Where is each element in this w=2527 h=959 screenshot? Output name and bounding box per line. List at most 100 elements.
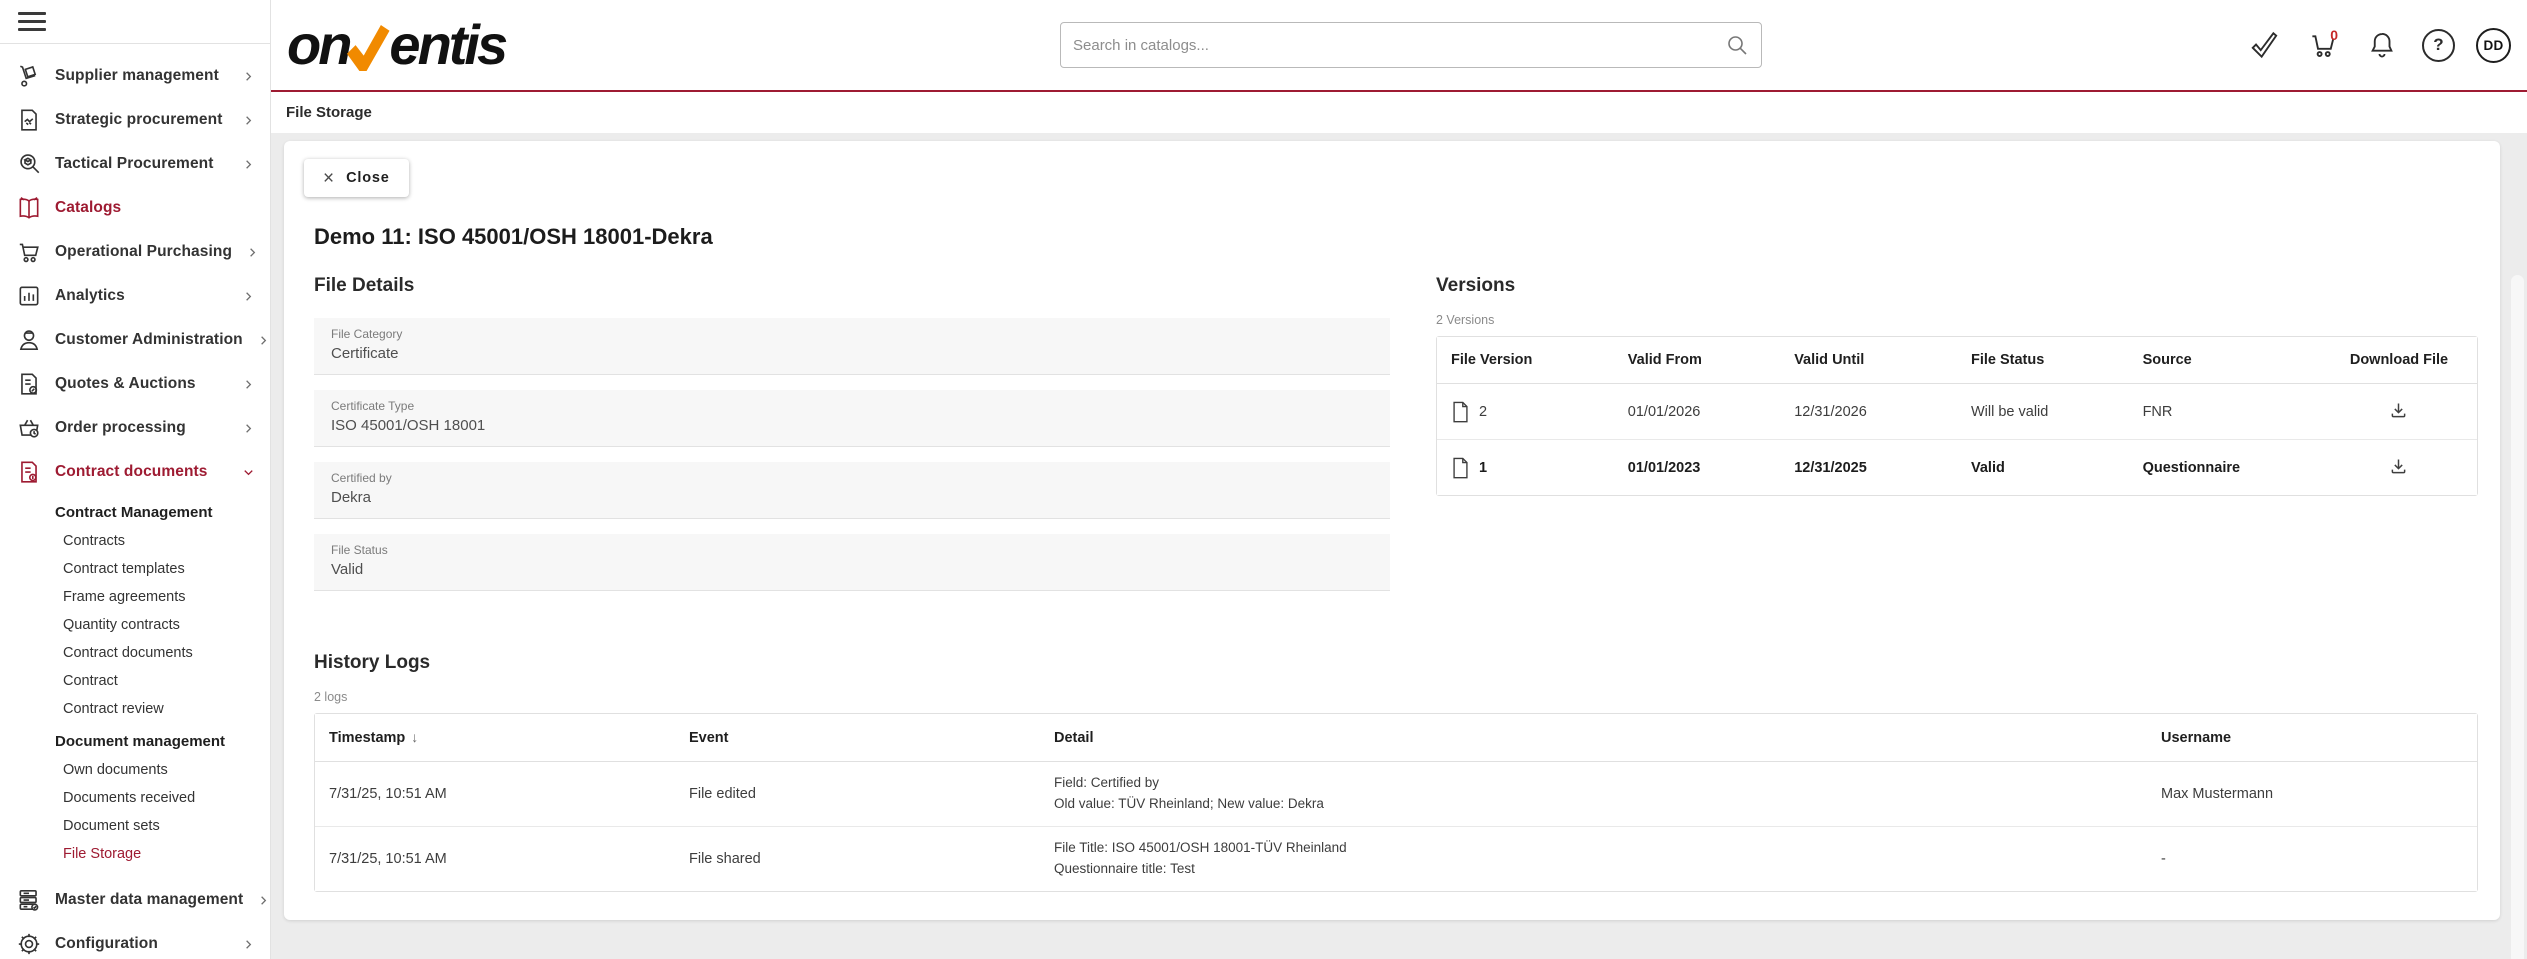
versions-heading: Versions (1436, 275, 2478, 297)
magnifier-box-icon (15, 151, 42, 178)
sidebar-item-documents-received[interactable]: Documents received (0, 784, 270, 812)
log-detail-line1: Field: Certified by (1054, 773, 2133, 794)
sidebar-item-operational-purchasing[interactable]: Operational Purchasing (0, 230, 270, 274)
sidebar-item-own-documents[interactable]: Own documents (0, 756, 270, 784)
sidebar-item-configuration[interactable]: Configuration (0, 922, 270, 959)
history-log-row: 7/31/25, 10:51 AM File shared File Title… (315, 827, 2477, 891)
person-icon (15, 327, 42, 354)
col-valid-from: Valid From (1614, 337, 1780, 384)
search-input[interactable] (1073, 37, 1725, 54)
chevron-right-icon (241, 157, 256, 172)
hand-truck-icon (15, 63, 42, 90)
chevron-right-icon (241, 69, 256, 84)
sidebar-item-contract-templates[interactable]: Contract templates (0, 555, 270, 583)
document-dollar-icon (15, 459, 42, 486)
sidebar-item-quotes-auctions[interactable]: Quotes & Auctions (0, 362, 270, 406)
field-file-category: File Category Certificate (314, 318, 1390, 375)
sidebar-item-contract[interactable]: Contract (0, 667, 270, 695)
shopping-cart-icon (15, 239, 42, 266)
history-logs-count: 2 logs (314, 690, 2478, 704)
sidebar-item-tactical-procurement[interactable]: Tactical Procurement (0, 142, 270, 186)
user-avatar[interactable]: DD (2476, 28, 2511, 63)
sidebar-item-analytics[interactable]: Analytics (0, 274, 270, 318)
app-window: Supplier management Strategic procuremen… (0, 0, 2527, 959)
sidebar-item-strategic-procurement[interactable]: Strategic procurement (0, 98, 270, 142)
field-value: Valid (331, 561, 1373, 578)
sidebar-item-file-storage[interactable]: File Storage (0, 840, 270, 868)
sidebar-item-label: Tactical Procurement (55, 155, 214, 173)
log-username: - (2147, 827, 2477, 891)
approvals-check-icon[interactable] (2245, 26, 2283, 64)
log-event: File shared (675, 827, 1040, 891)
version-number: 2 (1479, 404, 1487, 420)
source: FNR (2129, 384, 2321, 440)
source: Questionnaire (2129, 440, 2321, 495)
log-detail-line2: Questionnaire title: Test (1054, 859, 2133, 880)
sidebar-item-label: Supplier management (55, 67, 219, 85)
download-file-button[interactable] (2386, 398, 2411, 423)
file-details-section: File Details File Category Certificate C… (314, 250, 1390, 606)
field-label: File Category (331, 327, 1373, 341)
log-timestamp: 7/31/25, 10:51 AM (315, 827, 675, 891)
version-number: 1 (1479, 460, 1487, 476)
chevron-right-icon (241, 421, 256, 436)
sidebar-item-master-data-management[interactable]: Master data management (0, 878, 270, 922)
file-status: Valid (1957, 440, 2129, 495)
sidebar-item-catalogs[interactable]: Catalogs (0, 186, 270, 230)
hamburger-menu-button[interactable] (0, 0, 270, 44)
field-label: File Status (331, 543, 1373, 557)
vertical-scrollbar[interactable] (2511, 275, 2524, 959)
sidebar-item-quantity-contracts[interactable]: Quantity contracts (0, 611, 270, 639)
sort-descending-icon: ↓ (411, 729, 418, 745)
col-timestamp[interactable]: Timestamp ↓ (315, 714, 675, 762)
sidebar-item-frame-agreements[interactable]: Frame agreements (0, 583, 270, 611)
sidebar-section-contract-management: Contract Management (0, 494, 270, 527)
page-title: Demo 11: ISO 45001/OSH 18001-Dekra (314, 224, 2478, 250)
download-file-button[interactable] (2386, 454, 2411, 479)
field-certified-by: Certified by Dekra (314, 462, 1390, 519)
sidebar-item-label: Analytics (55, 287, 125, 305)
version-row: 2 01/01/2026 12/31/2026 Will be valid FN… (1437, 384, 2477, 440)
help-icon[interactable]: ? (2422, 29, 2455, 62)
logo-text-part1: on (287, 17, 349, 73)
file-detail-card: × Close Demo 11: ISO 45001/OSH 18001-Dek… (284, 141, 2500, 920)
sidebar-item-contracts[interactable]: Contracts (0, 527, 270, 555)
field-file-status: File Status Valid (314, 534, 1390, 591)
col-event: Event (675, 714, 1040, 762)
timestamp-header-label: Timestamp (329, 730, 405, 746)
history-log-row: 7/31/25, 10:51 AM File edited Field: Cer… (315, 762, 2477, 827)
sidebar-item-contract-documents[interactable]: Contract documents (0, 450, 270, 494)
sidebar-item-supplier-management[interactable]: Supplier management (0, 54, 270, 98)
onventis-logo[interactable]: on entis (287, 17, 505, 73)
log-detail-line2: Old value: TÜV Rheinland; New value: Dek… (1054, 794, 2133, 815)
notifications-bell-icon[interactable] (2363, 26, 2401, 64)
sidebar-item-contract-review[interactable]: Contract review (0, 695, 270, 723)
version-row: 1 01/01/2023 12/31/2025 Valid Questionna… (1437, 440, 2477, 495)
main-area: on entis 0 ? DD File Storage (271, 0, 2527, 959)
cart-count-badge: 0 (2330, 27, 2338, 43)
col-file-status: File Status (1957, 337, 2129, 384)
help-glyph: ? (2433, 35, 2443, 55)
valid-from: 01/01/2023 (1614, 440, 1780, 495)
search-icon[interactable] (1725, 33, 1749, 57)
sidebar-item-label: Quotes & Auctions (55, 375, 196, 393)
content-area: × Close Demo 11: ISO 45001/OSH 18001-Dek… (271, 133, 2527, 959)
field-label: Certified by (331, 471, 1373, 485)
server-stack-icon (15, 887, 42, 914)
gear-icon (15, 931, 42, 958)
sidebar-item-document-sets[interactable]: Document sets (0, 812, 270, 840)
field-label: Certificate Type (331, 399, 1373, 413)
sidebar-item-label: Master data management (55, 891, 243, 909)
sidebar-item-order-processing[interactable]: Order processing (0, 406, 270, 450)
field-value: Dekra (331, 489, 1373, 506)
valid-until: 12/31/2025 (1780, 440, 1957, 495)
cart-icon[interactable]: 0 (2304, 26, 2342, 64)
col-file-version: File Version (1437, 337, 1614, 384)
log-event: File edited (675, 762, 1040, 827)
sidebar-item-label: Order processing (55, 419, 186, 437)
basket-clock-icon (15, 415, 42, 442)
sidebar-item-contract-documents-sub[interactable]: Contract documents (0, 639, 270, 667)
sidebar-item-customer-administration[interactable]: Customer Administration (0, 318, 270, 362)
header-icon-group: 0 ? DD (2245, 0, 2511, 90)
close-button[interactable]: × Close (304, 159, 409, 197)
